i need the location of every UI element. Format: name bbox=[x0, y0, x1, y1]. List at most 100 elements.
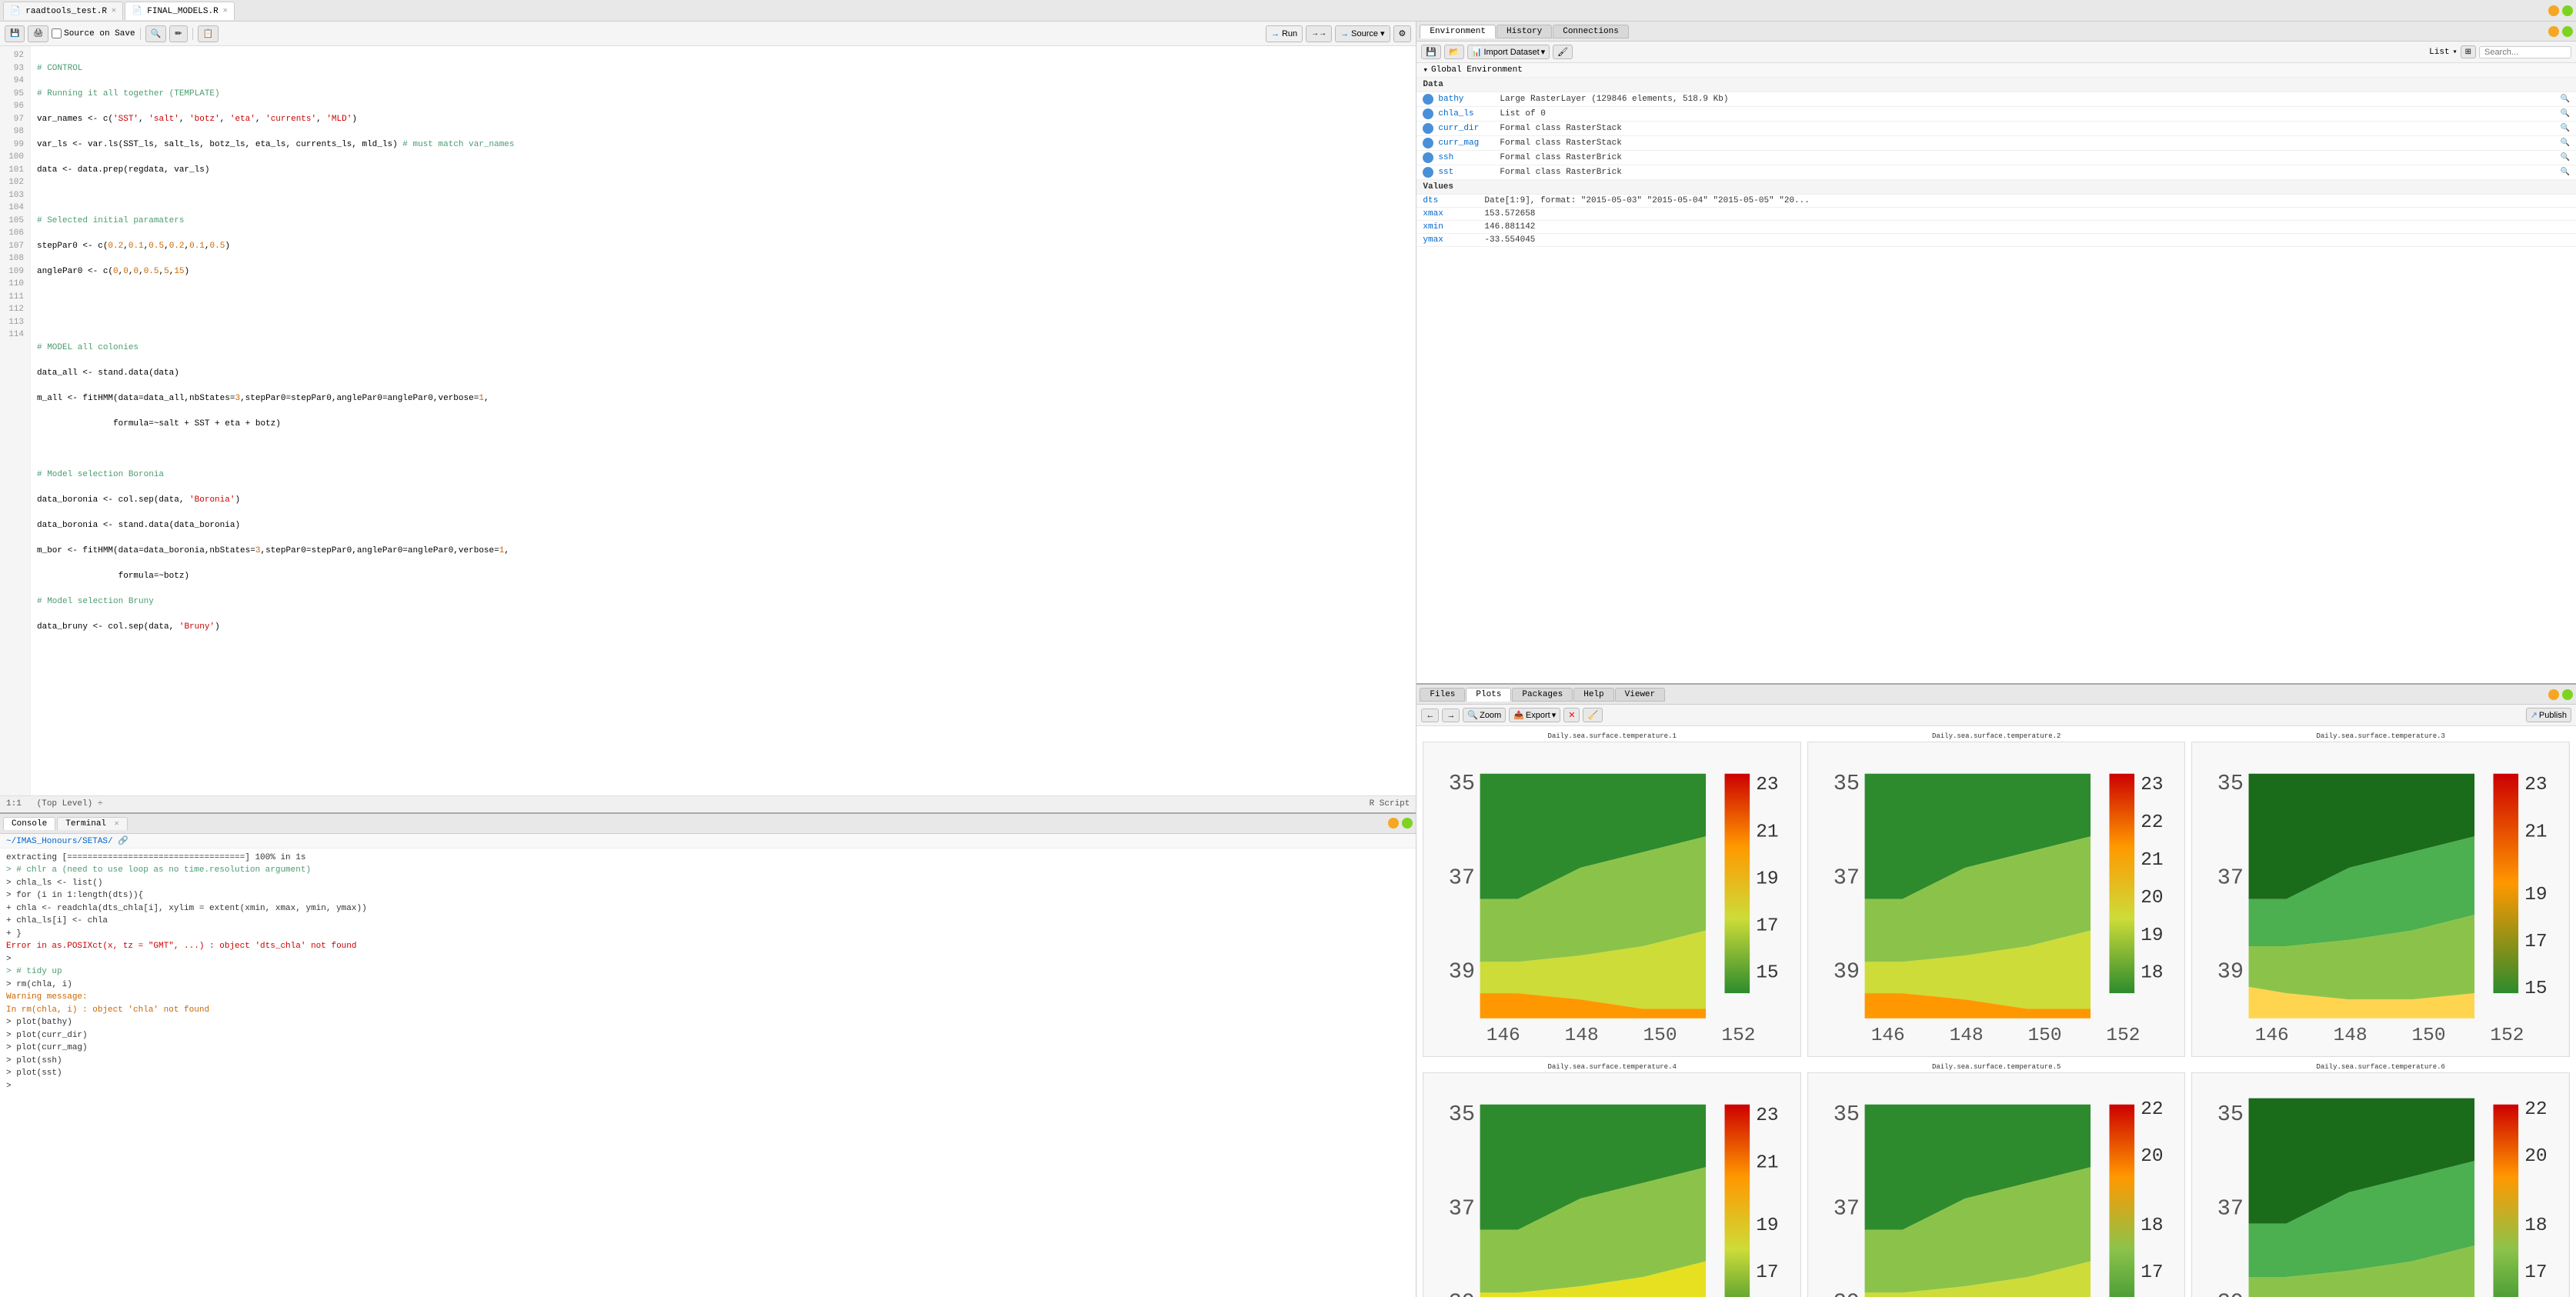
tab-packages[interactable]: Packages bbox=[1512, 688, 1573, 702]
save-env-button[interactable]: 💾 bbox=[1421, 45, 1441, 59]
import-dropdown-icon[interactable]: ▾ bbox=[1541, 47, 1546, 57]
plot-item-1[interactable]: Daily.sea.surface.temperature.1 35 37 39… bbox=[1423, 732, 1801, 1057]
bathy-zoom[interactable]: 🔍 bbox=[2561, 95, 2570, 104]
prev-plot-btn[interactable]: ← bbox=[1421, 709, 1439, 722]
console-line-1: extracting [============================… bbox=[6, 852, 1410, 865]
env-row-dts[interactable]: dts Date[1:9], format: "2015-05-03" "201… bbox=[1416, 195, 2576, 208]
env-row-curr-dir[interactable]: curr_dir Formal class RasterStack 🔍 bbox=[1416, 122, 2576, 136]
source-on-save-label[interactable]: Source on Save bbox=[52, 28, 135, 38]
plot-item-5[interactable]: Daily.sea.surface.temperature.5 35 37 39… bbox=[1807, 1063, 2186, 1297]
export-dropdown-icon[interactable]: ▾ bbox=[1552, 710, 1557, 720]
source-on-save-checkbox[interactable] bbox=[52, 28, 62, 38]
line-num-105: 105 bbox=[6, 215, 24, 228]
editor-tools-button[interactable]: ⚙ bbox=[1393, 25, 1412, 42]
next-plot-btn[interactable]: → bbox=[1442, 709, 1460, 722]
curr-dir-zoom[interactable]: 🔍 bbox=[2561, 124, 2570, 133]
misc-button[interactable]: 📋 bbox=[198, 25, 219, 42]
env-row-ymax[interactable]: ymax -33.554045 bbox=[1416, 234, 2576, 247]
tab-console[interactable]: Console bbox=[3, 817, 55, 830]
console-line-12: Warning message: bbox=[6, 991, 1410, 1004]
curr-mag-zoom[interactable]: 🔍 bbox=[2561, 138, 2570, 148]
plot-image-1[interactable]: 35 37 39 146 148 150 152 bbox=[1423, 742, 1801, 1057]
tab-viewer[interactable]: Viewer bbox=[1615, 688, 1666, 702]
env-search-input[interactable] bbox=[2479, 46, 2571, 58]
tab-raadtools[interactable]: 📄 raadtools_test.R ✕ bbox=[3, 2, 123, 20]
search-button[interactable]: 🔍 bbox=[145, 25, 167, 42]
curr-mag-icon bbox=[1423, 138, 1433, 148]
format-button[interactable]: ✏ bbox=[169, 25, 187, 42]
source-button[interactable]: → Source ▾ bbox=[1335, 25, 1390, 42]
env-row-curr-mag[interactable]: curr_mag Formal class RasterStack 🔍 bbox=[1416, 136, 2576, 151]
svg-text:37: 37 bbox=[1449, 1195, 1475, 1221]
delete-plot-btn[interactable]: ✕ bbox=[1563, 708, 1580, 722]
code-line-108: # Model selection Boronia bbox=[37, 468, 1410, 482]
plot-image-6[interactable]: 35 37 39 146 148 150 152 bbox=[2191, 1072, 2570, 1297]
plot-image-5[interactable]: 35 37 39 146 148 150 152 bbox=[1807, 1072, 2186, 1297]
clear-plots-btn[interactable]: 🧹 bbox=[1583, 708, 1603, 722]
publish-button[interactable]: ↗ Publish bbox=[2526, 708, 2571, 722]
print-button[interactable]: 🖨 bbox=[28, 25, 48, 42]
editor-minimize-btn[interactable] bbox=[2548, 5, 2559, 16]
tab-final-models-close[interactable]: ✕ bbox=[223, 6, 228, 15]
editor-maximize-btn[interactable] bbox=[2562, 5, 2573, 16]
console-minimize-btn[interactable] bbox=[1388, 818, 1399, 829]
sst-zoom[interactable]: 🔍 bbox=[2561, 168, 2570, 177]
tab-raadtools-close[interactable]: ✕ bbox=[112, 6, 116, 15]
ymax-name: ymax bbox=[1423, 235, 1484, 245]
plot-item-4[interactable]: Daily.sea.surface.temperature.4 35 37 39… bbox=[1423, 1063, 1801, 1297]
plot-item-2[interactable]: Daily.sea.surface.temperature.2 35 37 39… bbox=[1807, 732, 2186, 1057]
tab-files[interactable]: Files bbox=[1420, 688, 1465, 702]
svg-text:20: 20 bbox=[2141, 888, 2163, 909]
plot-item-3[interactable]: Daily.sea.surface.temperature.3 35 37 39… bbox=[2191, 732, 2570, 1057]
sst-icon bbox=[1423, 167, 1433, 178]
console-maximize-btn[interactable] bbox=[1402, 818, 1413, 829]
console-line-9: > bbox=[6, 953, 1410, 966]
code-line-100: anglePar0 <- c(0,0,0,0.5,5,15) bbox=[37, 265, 1410, 278]
run-next-button[interactable]: →→ bbox=[1306, 25, 1332, 42]
svg-text:39: 39 bbox=[2217, 1289, 2244, 1297]
import-dataset-button[interactable]: 📊 Import Dataset ▾ bbox=[1467, 45, 1550, 59]
plot-image-3[interactable]: 35 37 39 146 148 150 152 bbox=[2191, 742, 2570, 1057]
svg-text:20: 20 bbox=[2525, 1146, 2548, 1167]
grid-view-button[interactable]: ⊞ bbox=[2461, 45, 2476, 58]
plot-image-2[interactable]: 35 37 39 146 148 150 152 bbox=[1807, 742, 2186, 1057]
global-env-header[interactable]: ▾ Global Environment bbox=[1416, 63, 2576, 78]
zoom-button[interactable]: 🔍 Zoom bbox=[1463, 708, 1506, 722]
plot-image-4[interactable]: 35 37 39 146 148 150 152 bbox=[1423, 1072, 1801, 1297]
save-button[interactable]: 💾 bbox=[5, 25, 25, 42]
console-line-10: > # tidy up bbox=[6, 965, 1410, 979]
console-output[interactable]: extracting [============================… bbox=[0, 849, 1416, 1297]
tab-terminal-close[interactable]: ✕ bbox=[115, 820, 119, 829]
env-row-xmin[interactable]: xmin 146.881142 bbox=[1416, 221, 2576, 234]
env-maximize-btn[interactable] bbox=[2562, 26, 2573, 37]
svg-text:39: 39 bbox=[1834, 1289, 1860, 1297]
env-row-ssh[interactable]: ssh Formal class RasterBrick 🔍 bbox=[1416, 151, 2576, 165]
tab-connections[interactable]: Connections bbox=[1553, 25, 1629, 38]
ssh-zoom[interactable]: 🔍 bbox=[2561, 153, 2570, 162]
svg-text:37: 37 bbox=[2217, 1195, 2244, 1221]
tab-terminal[interactable]: Terminal ✕ bbox=[57, 817, 127, 830]
env-row-sst[interactable]: sst Formal class RasterBrick 🔍 bbox=[1416, 165, 2576, 180]
svg-text:148: 148 bbox=[1950, 1025, 1984, 1046]
list-dropdown-icon[interactable]: ▾ bbox=[2453, 48, 2458, 57]
tab-final-models[interactable]: 📄 FINAL_MODELS.R ✕ bbox=[125, 2, 235, 20]
env-row-chla-ls[interactable]: chla_ls List of 0 🔍 bbox=[1416, 107, 2576, 122]
plots-minimize-btn[interactable] bbox=[2548, 689, 2559, 700]
load-env-button[interactable]: 📂 bbox=[1444, 45, 1464, 59]
console-path-link-icon[interactable]: 🔗 bbox=[118, 837, 128, 846]
source-dropdown-icon[interactable]: ▾ bbox=[1380, 28, 1385, 38]
tab-help[interactable]: Help bbox=[1573, 688, 1613, 702]
export-button[interactable]: 📤 Export ▾ bbox=[1509, 708, 1560, 722]
tab-history[interactable]: History bbox=[1497, 25, 1552, 38]
brush-button[interactable]: 🖌 bbox=[1553, 45, 1573, 59]
env-row-bathy[interactable]: bathy Large RasterLayer (129846 elements… bbox=[1416, 92, 2576, 107]
env-minimize-btn[interactable] bbox=[2548, 26, 2559, 37]
code-content[interactable]: # CONTROL # Running it all together (TEM… bbox=[31, 46, 1416, 795]
env-row-xmax[interactable]: xmax 153.572658 bbox=[1416, 208, 2576, 221]
plot-item-6[interactable]: Daily.sea.surface.temperature.6 35 37 39… bbox=[2191, 1063, 2570, 1297]
tab-environment[interactable]: Environment bbox=[1420, 25, 1496, 38]
plots-maximize-btn[interactable] bbox=[2562, 689, 2573, 700]
run-button[interactable]: → Run bbox=[1266, 25, 1303, 42]
tab-plots[interactable]: Plots bbox=[1466, 688, 1511, 702]
chla-ls-zoom[interactable]: 🔍 bbox=[2561, 109, 2570, 118]
